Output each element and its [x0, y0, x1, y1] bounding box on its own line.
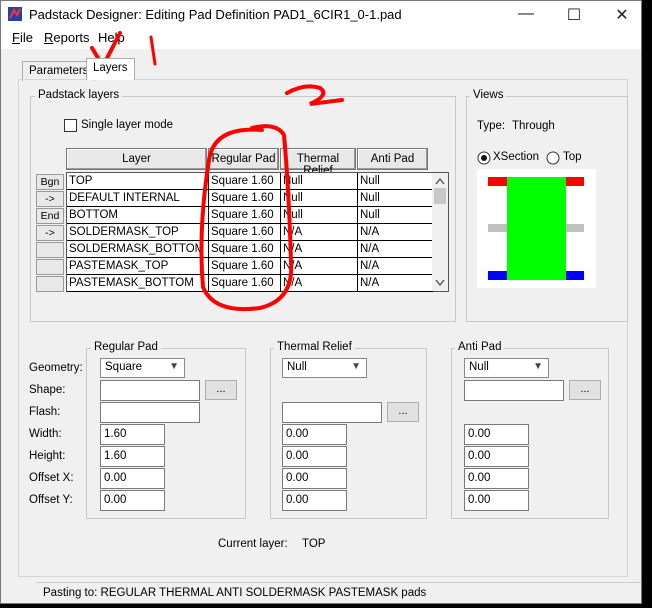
annotation-mark-1: 1: [151, 63, 152, 65]
number-2-stroke: [285, 84, 344, 106]
regular-pad-column-circle: [199, 124, 294, 312]
annotation-overlay: 1 2: [90, 31, 344, 312]
tab-layers[interactable]: Layers: [86, 58, 135, 80]
number-1-stroke: [149, 35, 157, 66]
annotation-mark-2: 2: [300, 99, 301, 101]
